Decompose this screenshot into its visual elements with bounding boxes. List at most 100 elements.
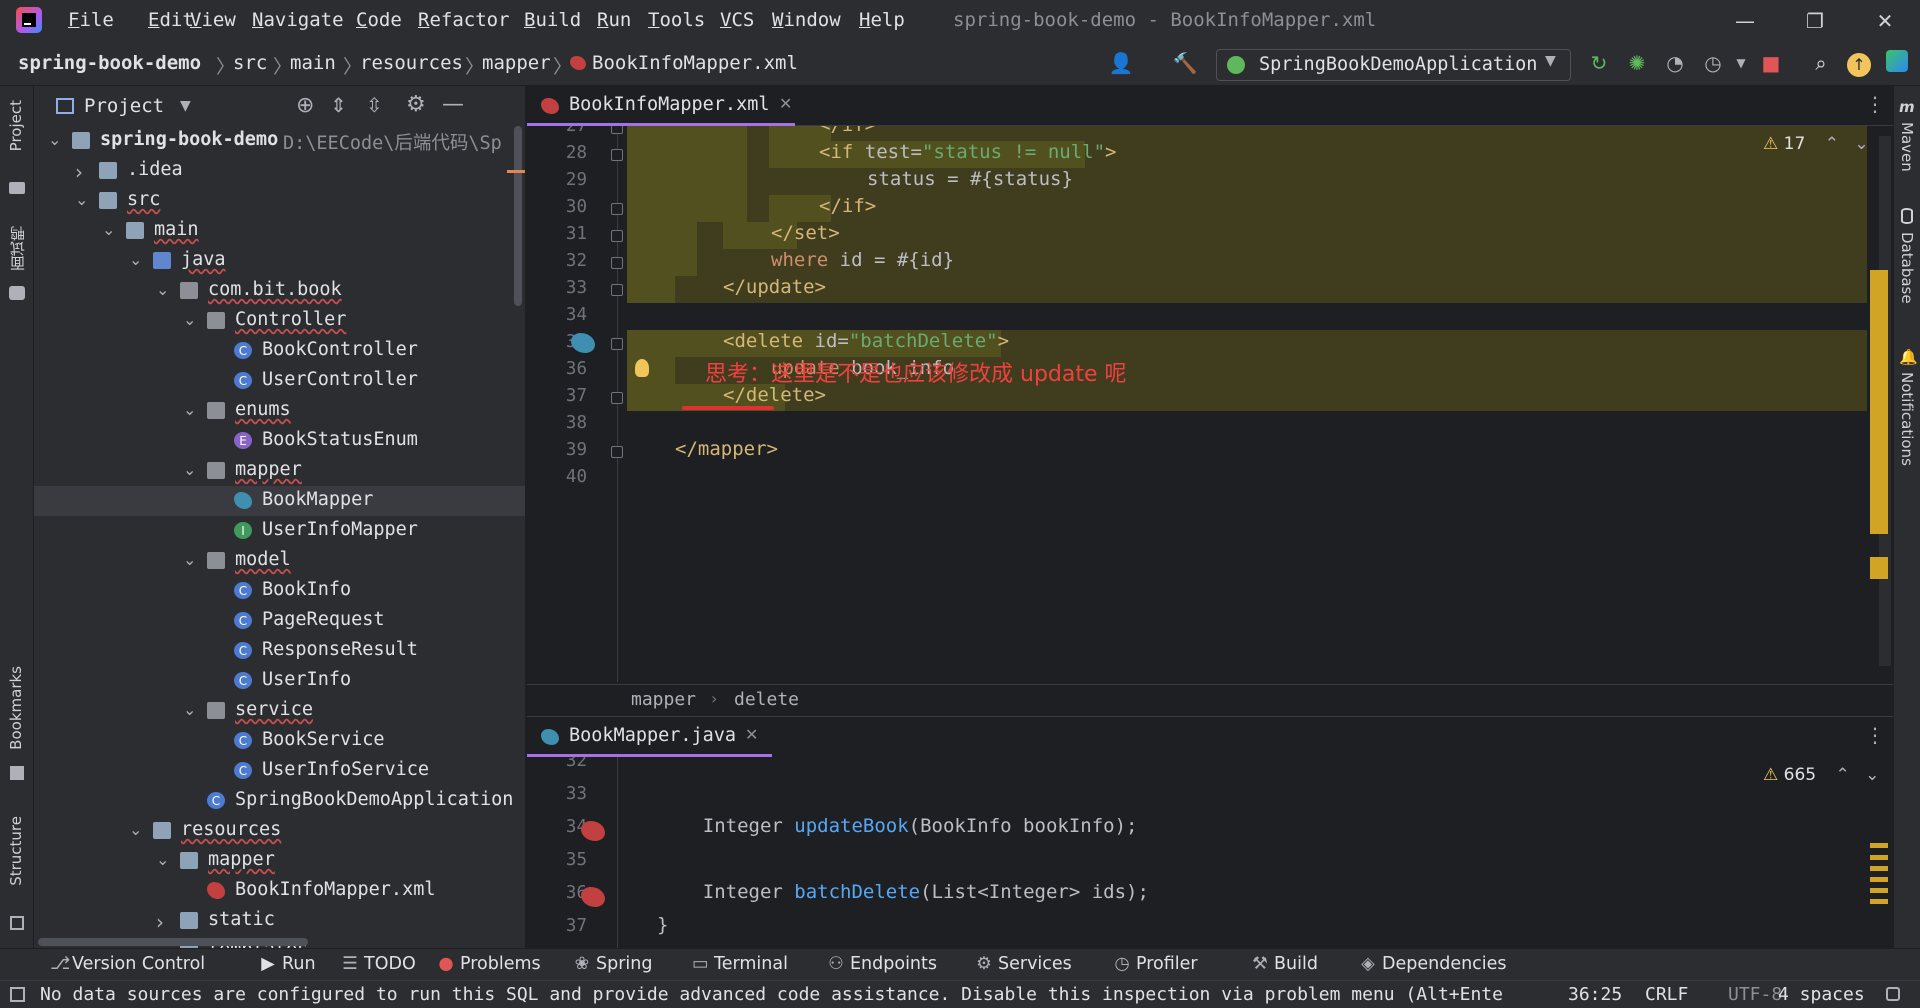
tree-item[interactable]: ⌄ enums: [34, 396, 525, 426]
tool-window-todo[interactable]: ☰ TODO: [342, 954, 416, 974]
tool-window-version-control[interactable]: ⎇ Version Control: [50, 954, 205, 974]
tree-item[interactable]: BookInfoMapper.xml: [34, 876, 525, 906]
tree-item[interactable]: C UserInfoService: [34, 756, 525, 786]
tree-item[interactable]: ⌄ service: [34, 696, 525, 726]
profile-icon[interactable]: ◷: [1700, 50, 1726, 76]
menu-view[interactable]: View: [190, 9, 236, 31]
tool-window-dependencies[interactable]: ◈ Dependencies: [1360, 954, 1506, 974]
chevron-down-icon[interactable]: ⌄: [129, 250, 142, 269]
notifications-tool-button[interactable]: Notifications: [1898, 372, 1916, 466]
tree-item[interactable]: C BookService: [34, 726, 525, 756]
tree-item[interactable]: C PageRequest: [34, 606, 525, 636]
tool-window-spring[interactable]: ❀ Spring: [574, 954, 653, 974]
update-icon[interactable]: ↑: [1846, 50, 1872, 77]
close-tab-icon[interactable]: ✕: [745, 725, 758, 744]
more-options-icon[interactable]: ⋮: [1865, 92, 1885, 116]
inspection-widget-top[interactable]: ⚠ 17 ⌃ ⌄: [1763, 134, 1869, 154]
menu-code[interactable]: Code: [356, 9, 402, 31]
fold-marker-icon[interactable]: [611, 203, 623, 215]
code-line[interactable]: <if test="status != null">: [819, 141, 1116, 163]
tree-item[interactable]: ⌄ spring-book-demo D:\EECode\后端代码\Sp: [34, 126, 525, 156]
code-line[interactable]: }: [657, 914, 668, 936]
project-tool-button[interactable]: Project: [7, 100, 25, 151]
tree-item[interactable]: C ResponseResult: [34, 636, 525, 666]
chevron-down-icon[interactable]: ⌄: [183, 400, 196, 419]
code-line[interactable]: </update>: [723, 276, 826, 298]
debug-bug-icon[interactable]: ✺: [1624, 50, 1650, 76]
chevron-down-icon[interactable]: ⌄: [102, 220, 115, 239]
rerun-icon[interactable]: ↻: [1586, 50, 1612, 76]
chevron-down-icon[interactable]: ⌄: [129, 820, 142, 839]
fold-marker-icon[interactable]: [611, 126, 623, 134]
code-line[interactable]: <delete id="batchDelete">: [723, 330, 1009, 352]
menu-run[interactable]: Run: [597, 9, 631, 31]
lock-icon[interactable]: [1886, 987, 1900, 1001]
user-icon[interactable]: 👤: [1108, 50, 1134, 76]
tab-bookmapper-java[interactable]: BookMapper.java ✕: [527, 717, 772, 757]
status-message[interactable]: No data sources are configured to run th…: [40, 984, 1520, 1005]
editor-breadcrumb-item[interactable]: delete: [734, 689, 799, 710]
menu-navigate[interactable]: Navigate: [252, 9, 344, 31]
close-tab-icon[interactable]: ✕: [779, 94, 792, 113]
chevron-down-icon[interactable]: ⌄: [156, 850, 169, 869]
tree-item[interactable]: BookMapper: [34, 486, 525, 516]
chevron-down-icon[interactable]: ⌄: [156, 280, 169, 299]
tree-item[interactable]: C UserInfo: [34, 666, 525, 696]
xml-code-area[interactable]: 27</if>28<if test="status != null">29sta…: [527, 126, 1867, 682]
editor-breadcrumb-item[interactable]: mapper: [631, 689, 696, 710]
menu-file[interactable]: File: [68, 9, 114, 31]
tree-scrollbar[interactable]: [514, 126, 522, 306]
chevron-right-icon[interactable]: ›: [75, 160, 83, 184]
code-line[interactable]: </mapper>: [675, 438, 778, 460]
line-ending[interactable]: CRLF: [1645, 984, 1688, 1005]
collapse-all-icon[interactable]: ⇳: [366, 93, 383, 117]
tree-item[interactable]: ⌄ java: [34, 246, 525, 276]
fold-marker-icon[interactable]: [611, 284, 623, 296]
gear-icon[interactable]: ⚙: [406, 92, 426, 117]
code-line[interactable]: Integer batchDelete(List<Integer> ids);: [657, 881, 1149, 903]
menu-refactor[interactable]: Refactor: [418, 9, 510, 31]
maven-tool-button[interactable]: Maven: [1898, 122, 1916, 172]
breadcrumb-item[interactable]: mapper: [482, 52, 551, 74]
tool-window-problems[interactable]: ● Problems: [438, 954, 540, 974]
chevron-down-icon[interactable]: ⌄: [183, 700, 196, 719]
chevron-down-icon[interactable]: ⌄: [183, 310, 196, 329]
previous-highlight-icon[interactable]: ⌃: [1825, 134, 1839, 154]
tree-item[interactable]: C BookInfo: [34, 576, 525, 606]
tree-item[interactable]: C UserController: [34, 366, 525, 396]
java-code-area[interactable]: 32 33 34 Integer updateBook(BookInfo bookI…: [527, 757, 1867, 949]
mybatis-gutter-icon[interactable]: [581, 821, 605, 841]
tree-item[interactable]: C SpringBookDemoApplication: [34, 786, 525, 816]
coverage-icon[interactable]: ◔: [1662, 50, 1688, 76]
breadcrumb-item[interactable]: resources: [360, 52, 463, 74]
tree-item[interactable]: I UserInfoMapper: [34, 516, 525, 546]
project-panel-title[interactable]: Project: [84, 95, 164, 117]
tree-item[interactable]: ⌄ com.bit.book: [34, 276, 525, 306]
fold-marker-icon[interactable]: [611, 230, 623, 242]
restore-button[interactable]: ❐: [1790, 4, 1840, 38]
tree-item[interactable]: ⌄ mapper: [34, 456, 525, 486]
next-highlight-icon[interactable]: ⌄: [1854, 134, 1868, 154]
expand-all-icon[interactable]: ⇕: [330, 93, 347, 117]
tree-item[interactable]: ⌄ model: [34, 546, 525, 576]
bookmarks-tool-button[interactable]: Bookmarks: [7, 666, 25, 750]
menu-edit[interactable]: Edit: [148, 9, 194, 31]
lightbulb-icon[interactable]: [635, 359, 649, 377]
tree-item[interactable]: ⌄ mapper: [34, 846, 525, 876]
intellij-logo-icon[interactable]: [16, 7, 42, 33]
tool-window-endpoints[interactable]: ⚇ Endpoints: [828, 954, 937, 974]
fold-marker-icon[interactable]: [611, 257, 623, 269]
fold-marker-icon[interactable]: [611, 392, 623, 404]
interview-tool-button[interactable]: 面试鸭: [7, 226, 28, 271]
chevron-down-icon[interactable]: ▼: [180, 98, 191, 114]
fold-marker-icon[interactable]: [611, 446, 623, 458]
mybatis-gutter-icon[interactable]: [581, 887, 605, 907]
build-hammer-icon[interactable]: 🔨: [1172, 50, 1198, 76]
tab-bookinfomapper-xml[interactable]: BookInfoMapper.xml ✕: [527, 86, 795, 126]
next-highlight-icon[interactable]: ⌄: [1865, 765, 1879, 785]
hide-panel-icon[interactable]: —: [442, 92, 464, 117]
tree-item[interactable]: C BookController: [34, 336, 525, 366]
code-line[interactable]: </if>: [819, 195, 876, 217]
search-icon[interactable]: ⌕: [1808, 50, 1834, 76]
code-line[interactable]: Integer updateBook(BookInfo bookInfo);: [657, 815, 1138, 837]
